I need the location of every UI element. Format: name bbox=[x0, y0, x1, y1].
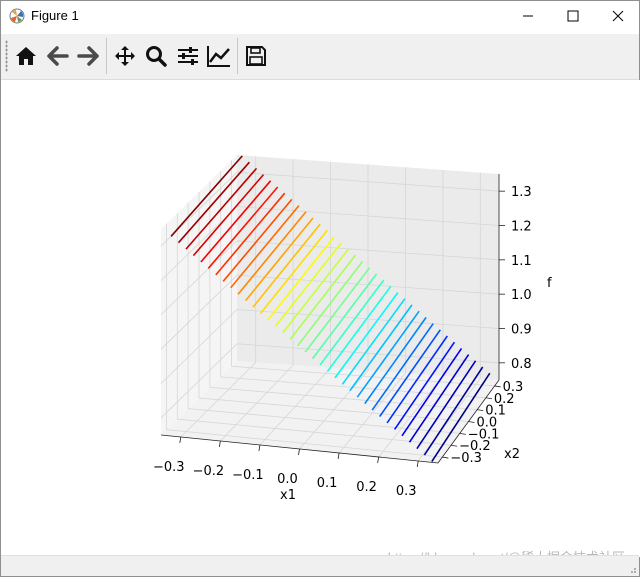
x-tick bbox=[337, 452, 340, 460]
y-axis-label: x2 bbox=[504, 447, 520, 462]
move-icon bbox=[115, 46, 135, 66]
x-tick-label: −0.2 bbox=[193, 464, 225, 479]
x-tick bbox=[179, 436, 182, 444]
close-button[interactable] bbox=[595, 1, 641, 31]
resize-grip-icon[interactable] bbox=[627, 564, 637, 574]
x-tick bbox=[218, 440, 221, 448]
pan-button[interactable] bbox=[110, 41, 140, 71]
x-tick bbox=[258, 444, 261, 452]
title-bar[interactable]: Figure 1 bbox=[1, 1, 639, 31]
x-tick-label: −0.1 bbox=[232, 468, 264, 483]
minimize-button[interactable] bbox=[505, 1, 551, 31]
z-axis-label: f bbox=[547, 276, 552, 291]
axes-panes bbox=[161, 155, 499, 463]
zoom-icon bbox=[146, 46, 167, 67]
forward-arrow-icon bbox=[77, 46, 99, 66]
figure-canvas[interactable]: −0.3 −0.2 −0.1 0.0 0.1 0.2 0.3 0.3 0.2 0.1 0.0 −0.1… bbox=[1, 80, 641, 557]
line-chart-icon bbox=[207, 46, 230, 67]
y-tick bbox=[477, 409, 484, 412]
z-tick-label: 1.1 bbox=[511, 254, 532, 269]
x-tick-label: 0.0 bbox=[277, 472, 298, 487]
y-tick bbox=[459, 432, 466, 435]
zoom-button[interactable] bbox=[141, 41, 171, 71]
x-tick-label: −0.3 bbox=[153, 460, 185, 475]
save-button[interactable] bbox=[241, 41, 271, 71]
maximize-button[interactable] bbox=[550, 1, 596, 31]
x-tick bbox=[298, 448, 300, 456]
back-arrow-icon bbox=[47, 46, 69, 66]
sliders-icon bbox=[178, 47, 198, 65]
y-tick bbox=[451, 444, 458, 447]
x-tick bbox=[416, 460, 419, 468]
customize-button[interactable] bbox=[204, 41, 234, 71]
save-icon bbox=[246, 46, 266, 66]
toolbar-separator bbox=[237, 38, 238, 74]
y-tick bbox=[494, 385, 501, 388]
x-axis-label: x1 bbox=[280, 488, 296, 503]
x-tick bbox=[377, 456, 380, 464]
3d-axes[interactable]: −0.3 −0.2 −0.1 0.0 0.1 0.2 0.30.30.20.10.0−0.1… bbox=[1, 80, 641, 557]
figure-window: Figure 1 −0.3 −0.2 −0.1 0.0 0.1 0.2 0.3 … bbox=[0, 0, 641, 577]
z-tick-label: 1.3 bbox=[511, 185, 532, 200]
close-icon bbox=[612, 10, 624, 22]
minimize-icon bbox=[523, 15, 533, 17]
y-tick bbox=[468, 421, 475, 423]
navigation-toolbar bbox=[1, 34, 639, 80]
subplots-button[interactable] bbox=[173, 41, 203, 71]
y-tick bbox=[442, 456, 449, 459]
z-tick-label: 0.9 bbox=[511, 323, 532, 338]
home-button[interactable] bbox=[11, 41, 41, 71]
x-tick-label: 0.3 bbox=[396, 484, 417, 499]
back-button[interactable] bbox=[43, 41, 73, 71]
z-tick-label: 1.2 bbox=[511, 220, 532, 235]
matplotlib-icon bbox=[9, 8, 25, 24]
y-tick-label: −0.3 bbox=[450, 451, 482, 466]
home-icon bbox=[16, 47, 36, 65]
z-tick-label: 0.8 bbox=[511, 357, 532, 372]
forward-button[interactable] bbox=[73, 41, 103, 71]
status-bar bbox=[1, 555, 639, 576]
y-tick bbox=[485, 397, 492, 400]
z-tick-label: 1.0 bbox=[511, 288, 532, 303]
maximize-icon bbox=[567, 10, 579, 22]
x-tick-label: 0.1 bbox=[317, 476, 338, 491]
x-tick-label: 0.2 bbox=[356, 480, 377, 495]
window-title: Figure 1 bbox=[31, 8, 79, 23]
toolbar-grip[interactable] bbox=[5, 40, 8, 72]
toolbar-separator bbox=[106, 38, 107, 74]
